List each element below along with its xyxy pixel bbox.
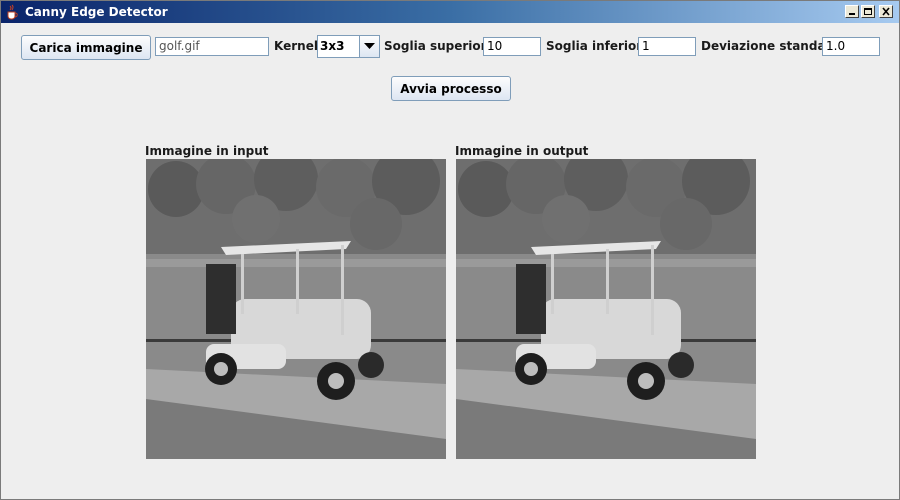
std-deviation-label: Deviazione standard xyxy=(701,39,841,53)
window-title: Canny Edge Detector xyxy=(25,5,168,19)
minimize-icon xyxy=(849,13,855,15)
close-icon xyxy=(882,7,890,16)
upper-threshold-label: Soglia superiore xyxy=(384,39,495,53)
run-process-button[interactable]: Avvia processo xyxy=(391,76,511,101)
input-image-label: Immagine in input xyxy=(145,144,269,158)
kernel-dropdown-button[interactable] xyxy=(359,36,379,57)
output-image-label: Immagine in output xyxy=(455,144,589,158)
output-image xyxy=(456,159,756,459)
kernel-select[interactable]: 3x3 xyxy=(317,35,380,58)
filename-field[interactable]: golf.gif xyxy=(155,37,269,56)
std-deviation-field[interactable]: 1.0 xyxy=(822,37,880,56)
upper-threshold-field[interactable]: 10 xyxy=(483,37,541,56)
lower-threshold-field[interactable]: 1 xyxy=(638,37,696,56)
minimize-button[interactable] xyxy=(845,5,859,18)
load-image-button[interactable]: Carica immagine xyxy=(21,35,151,60)
kernel-value: 3x3 xyxy=(320,39,345,53)
app-window: Canny Edge Detector Carica immagine golf… xyxy=(0,0,900,500)
chevron-down-icon xyxy=(364,43,375,49)
lower-threshold-label: Soglia inferiore xyxy=(546,39,651,53)
title-bar[interactable]: Canny Edge Detector xyxy=(1,1,899,23)
maximize-button[interactable] xyxy=(861,5,875,18)
close-button[interactable] xyxy=(879,5,893,18)
kernel-label: Kernel xyxy=(274,39,318,53)
maximize-icon xyxy=(864,8,872,15)
java-cup-icon xyxy=(7,4,18,20)
input-image xyxy=(146,159,446,459)
